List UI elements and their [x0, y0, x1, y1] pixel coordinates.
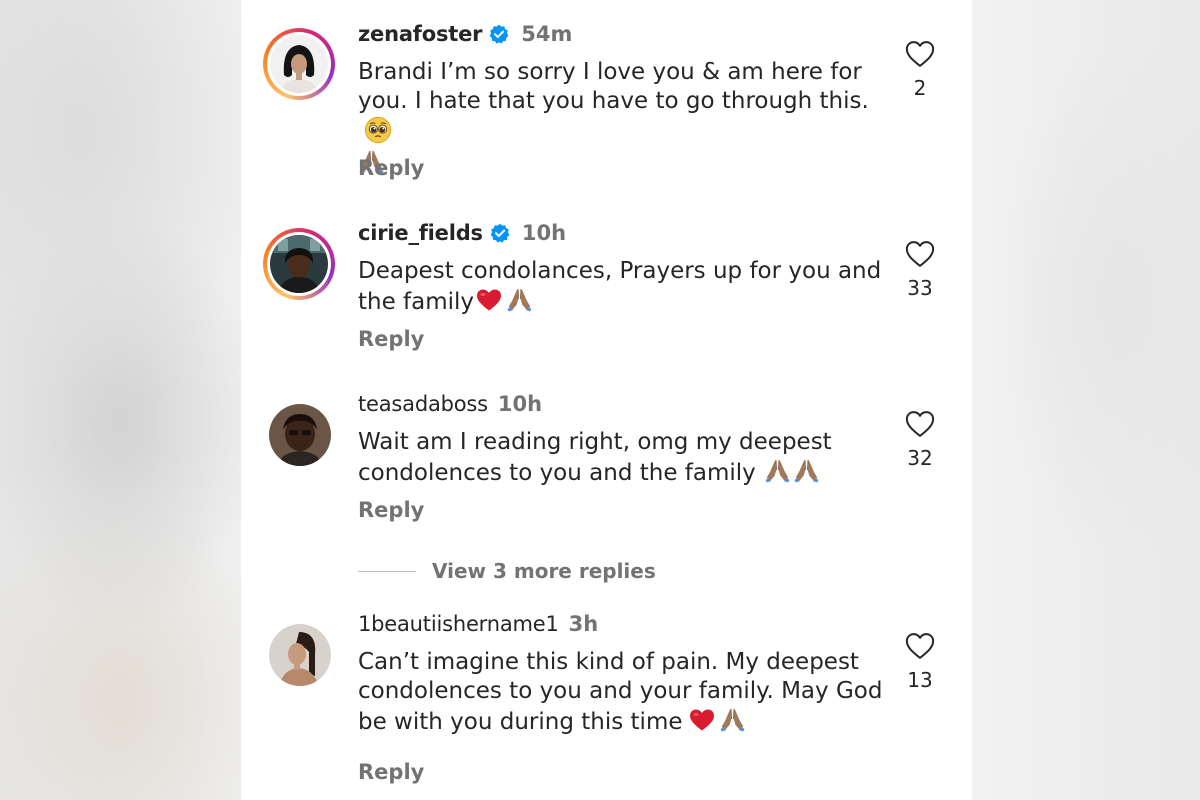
avatar-container[interactable] [263, 618, 335, 690]
avatar-story-ring[interactable] [263, 228, 335, 300]
comment-header: zenafoster 54m [358, 20, 572, 48]
timestamp[interactable]: 10h [498, 392, 542, 416]
comments-panel: zenafoster 54m Brandi I’m so sorry I lov… [241, 0, 972, 800]
view-more-replies-button[interactable]: View 3 more replies [358, 558, 656, 584]
comment-text: Brandi I’m so sorry I love you & am here… [358, 58, 888, 179]
reply-button[interactable]: Reply [358, 760, 424, 784]
folded-hands-emoji [764, 457, 791, 483]
red-heart-emoji [689, 708, 715, 732]
comment-text: Deapest condolances, Prayers up for you … [358, 258, 882, 315]
like-control: 32 [896, 410, 944, 470]
username[interactable]: teasadaboss [358, 392, 488, 416]
heart-outline-icon[interactable] [905, 632, 935, 660]
comment-text: Can’t imagine this kind of pain. My deep… [358, 649, 883, 735]
avatar[interactable] [269, 404, 331, 466]
like-count[interactable]: 13 [896, 668, 944, 692]
like-control: 33 [896, 240, 944, 300]
avatar-story-ring[interactable] [263, 28, 335, 100]
avatar[interactable] [270, 35, 328, 93]
folded-hands-emoji [506, 286, 533, 312]
comment-header: cirie_fields 10h [358, 219, 566, 247]
reply-button[interactable]: Reply [358, 498, 424, 522]
verified-badge-icon [490, 223, 510, 243]
username[interactable]: cirie_fields [358, 221, 483, 245]
view-more-replies-label: View 3 more replies [432, 559, 656, 583]
verified-badge-icon [489, 24, 509, 44]
like-count[interactable]: 2 [896, 76, 944, 100]
username[interactable]: zenafoster [358, 22, 482, 46]
like-count[interactable]: 33 [896, 276, 944, 300]
like-count[interactable]: 32 [896, 446, 944, 470]
avatar-container[interactable] [263, 398, 335, 470]
folded-hands-emoji [793, 457, 820, 483]
comment-text: Wait am I reading right, omg my deepest … [358, 429, 832, 486]
like-control: 13 [896, 632, 944, 692]
avatar[interactable] [270, 235, 328, 293]
divider-line [358, 570, 416, 572]
reply-button[interactable]: Reply [358, 156, 424, 180]
folded-hands-emoji [719, 706, 746, 732]
heart-outline-icon[interactable] [905, 240, 935, 268]
reply-button[interactable]: Reply [358, 327, 424, 351]
username[interactable]: 1beautiishername1 [358, 612, 559, 636]
heart-outline-icon[interactable] [905, 40, 935, 68]
avatar[interactable] [269, 624, 331, 686]
comment-header: 1beautiishername1 3h [358, 610, 598, 638]
timestamp[interactable]: 3h [569, 612, 599, 636]
pleading-face-emoji [364, 116, 392, 144]
heart-outline-icon[interactable] [905, 410, 935, 438]
like-control: 2 [896, 40, 944, 100]
timestamp[interactable]: 54m [521, 22, 572, 46]
comment-header: teasadaboss 10h [358, 390, 542, 418]
red-heart-emoji [476, 288, 502, 312]
timestamp[interactable]: 10h [522, 221, 566, 245]
